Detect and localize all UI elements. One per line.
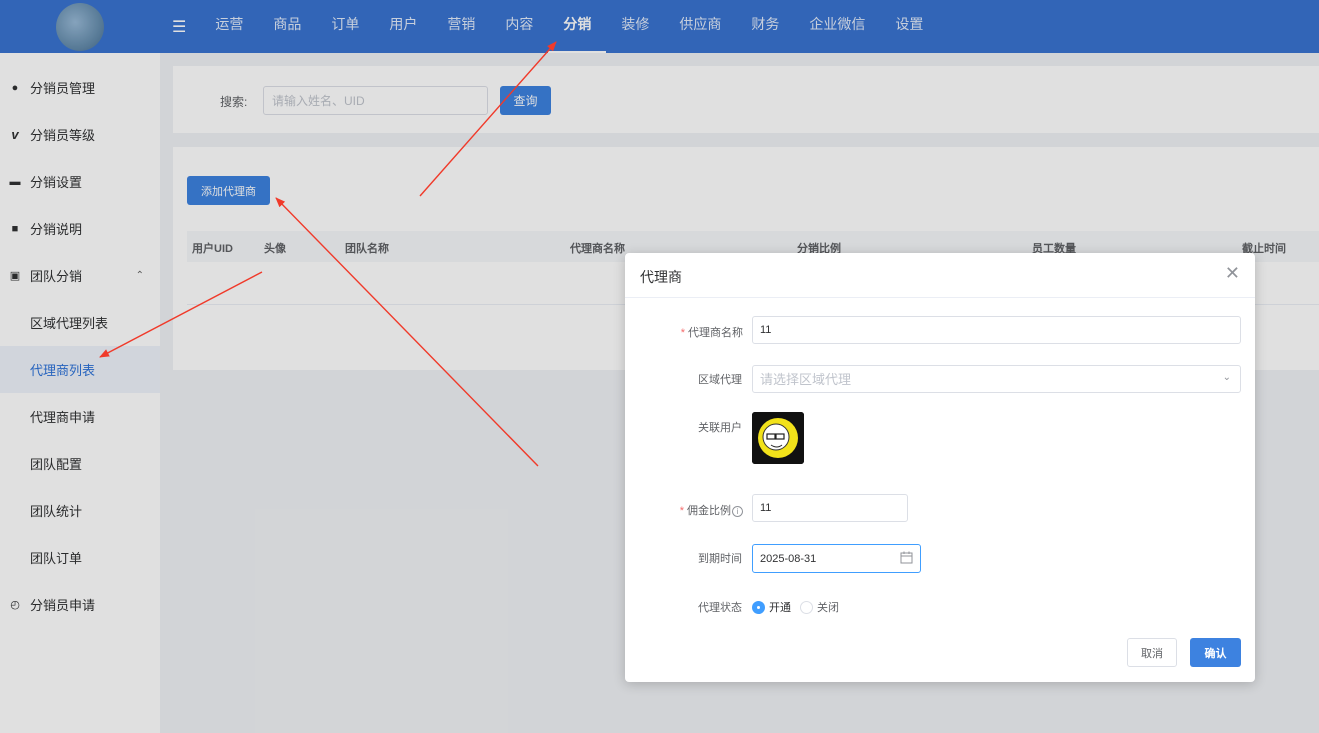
agent-dialog: 代理商 ✕ *代理商名称 区域代理 ⌄ 关联用户 *佣金比例i 到期时间 代理状… [625, 253, 1255, 682]
expire-date-input[interactable] [752, 544, 921, 573]
cancel-button[interactable]: 取消 [1127, 638, 1177, 667]
commission-input[interactable] [752, 494, 908, 522]
region-agent-select-input[interactable] [752, 365, 1241, 393]
region-agent-label: 区域代理 [698, 374, 742, 386]
confirm-button[interactable]: 确认 [1190, 638, 1241, 667]
expire-date-picker[interactable] [752, 544, 921, 573]
status-radio-open[interactable]: 开通 [752, 599, 791, 615]
radio-unchecked-icon [800, 600, 813, 614]
status-label: 代理状态 [698, 602, 742, 614]
agent-name-input[interactable] [752, 316, 1241, 344]
radio-label: 开通 [769, 602, 791, 614]
dialog-title: 代理商 [640, 269, 682, 285]
radio-label: 关闭 [817, 602, 839, 614]
calendar-icon[interactable] [900, 551, 913, 567]
radio-checked-icon [752, 600, 765, 614]
dialog-header: 代理商 ✕ [625, 253, 1255, 298]
agent-name-label: * 代理商名称 [680, 327, 743, 339]
expire-label: 到期时间 [698, 553, 742, 565]
commission-label: * 佣金比例 i [653, 502, 743, 518]
status-radio-closed[interactable]: 关闭 [800, 599, 839, 615]
linked-user-avatar[interactable] [752, 412, 804, 464]
close-icon[interactable]: ✕ [1225, 264, 1240, 282]
linked-user-label: 关联用户 [698, 422, 742, 434]
avatar-image [752, 412, 804, 464]
region-agent-select[interactable]: ⌄ [752, 365, 1241, 393]
chevron-down-icon: ⌄ [1222, 372, 1231, 383]
info-icon[interactable]: i [732, 505, 743, 517]
